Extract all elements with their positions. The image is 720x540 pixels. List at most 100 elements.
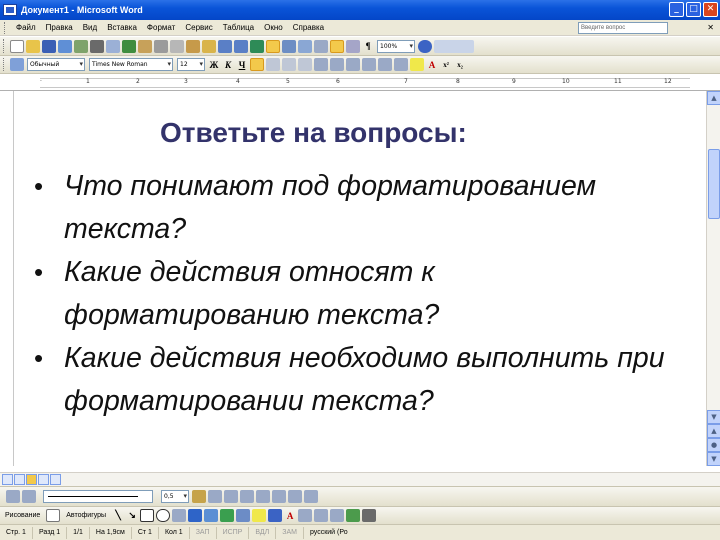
- border-icon[interactable]: [394, 58, 408, 71]
- menu-window[interactable]: Окно: [259, 23, 288, 32]
- subscript-icon[interactable]: x₂: [453, 61, 467, 69]
- outline-view-button[interactable]: [38, 474, 49, 485]
- group-icon[interactable]: [240, 490, 254, 503]
- status-mode-extend[interactable]: ВДЛ: [249, 526, 277, 539]
- help-icon[interactable]: [418, 39, 432, 53]
- status-mode-record[interactable]: ЗАП: [190, 526, 217, 539]
- document-close-icon[interactable]: ✕: [707, 23, 714, 32]
- maximize-button[interactable]: □: [686, 2, 701, 17]
- normal-view-button[interactable]: [2, 474, 13, 485]
- toolbar-grip[interactable]: [3, 39, 6, 53]
- insert-picture-icon[interactable]: [236, 509, 251, 522]
- tables-borders-icon[interactable]: [266, 39, 280, 53]
- show-hide-icon[interactable]: ¶: [361, 41, 375, 51]
- canvas-fit-icon[interactable]: [6, 490, 20, 503]
- spelling-icon[interactable]: [122, 39, 136, 53]
- next-page-button[interactable]: ▼: [707, 452, 720, 466]
- scroll-down-button[interactable]: ▼: [707, 410, 720, 424]
- scroll-thumb[interactable]: [708, 149, 720, 219]
- close-button[interactable]: ✕: [703, 2, 718, 17]
- draw-menu[interactable]: Рисование: [0, 512, 45, 519]
- decrease-indent-icon[interactable]: [362, 58, 376, 71]
- paste-icon[interactable]: [186, 39, 200, 53]
- line-style-select[interactable]: [43, 490, 153, 503]
- increase-indent-icon[interactable]: [378, 58, 392, 71]
- 3d-style-icon[interactable]: [362, 509, 377, 522]
- textbox-tool-icon[interactable]: [172, 509, 187, 522]
- horizontal-ruler[interactable]: · 1 2 3 4 5 6 7 8 9 10 11 12: [0, 75, 720, 91]
- document-page[interactable]: Ответьте на вопросы: Что понимают под фо…: [14, 91, 706, 466]
- redo-icon[interactable]: [234, 39, 248, 53]
- open-folder-icon[interactable]: [26, 39, 40, 53]
- email-icon[interactable]: [74, 39, 88, 53]
- menu-view[interactable]: Вид: [78, 23, 102, 32]
- select-objects-icon[interactable]: [46, 509, 61, 522]
- horizontal-scrollbar[interactable]: [0, 472, 720, 486]
- line-color-icon[interactable]: [192, 490, 206, 503]
- fill-color-icon[interactable]: [252, 509, 267, 522]
- previous-page-button[interactable]: ▲: [707, 424, 720, 438]
- autoshapes-menu[interactable]: Автофигуры: [61, 512, 111, 519]
- font-color-icon[interactable]: A: [425, 60, 439, 70]
- align-right-icon[interactable]: [282, 58, 296, 71]
- underline-button[interactable]: Ч: [235, 60, 249, 70]
- copy-icon[interactable]: [170, 39, 184, 53]
- undo-icon[interactable]: [218, 39, 232, 53]
- text-wrap-icon[interactable]: [272, 490, 286, 503]
- web-view-button[interactable]: [14, 474, 25, 485]
- insert-excel-icon[interactable]: [298, 39, 312, 53]
- superscript-icon[interactable]: x²: [439, 61, 453, 69]
- scroll-up-button[interactable]: ▲: [707, 91, 720, 105]
- toolbar-grip[interactable]: [3, 58, 6, 71]
- numbering-icon[interactable]: [330, 58, 344, 71]
- format-painter-icon[interactable]: [202, 39, 216, 53]
- font-select[interactable]: Times New Roman: [89, 58, 173, 71]
- permission-icon[interactable]: [58, 39, 72, 53]
- rectangle-tool-icon[interactable]: [140, 509, 155, 522]
- vertical-scrollbar[interactable]: ▲ ▼ ▲ ● ▼: [706, 91, 720, 466]
- menu-tools[interactable]: Сервис: [180, 23, 217, 32]
- order-icon[interactable]: [256, 490, 270, 503]
- new-document-icon[interactable]: [10, 39, 24, 53]
- canvas-expand-icon[interactable]: [22, 490, 36, 503]
- menu-edit[interactable]: Правка: [41, 23, 78, 32]
- zoom-select[interactable]: 100%: [377, 39, 415, 53]
- flip-icon[interactable]: [304, 490, 318, 503]
- dash-style-icon[interactable]: [314, 509, 329, 522]
- menu-insert[interactable]: Вставка: [102, 23, 142, 32]
- line-spacing-icon[interactable]: [314, 58, 328, 71]
- status-mode-overtype[interactable]: ЗАМ: [276, 526, 304, 539]
- document-map-icon[interactable]: [346, 39, 360, 53]
- font-color-icon[interactable]: A: [283, 511, 297, 521]
- style-select[interactable]: Обычный: [27, 58, 85, 71]
- rotate-icon[interactable]: [224, 490, 238, 503]
- minimize-button[interactable]: _: [669, 2, 684, 17]
- distribute-icon[interactable]: [288, 490, 302, 503]
- bold-button[interactable]: Ж: [207, 60, 221, 70]
- font-size-select[interactable]: 12: [177, 58, 205, 71]
- menu-help[interactable]: Справка: [288, 23, 329, 32]
- hyperlink-icon[interactable]: [250, 39, 264, 53]
- cut-icon[interactable]: [154, 39, 168, 53]
- bullets-icon[interactable]: [346, 58, 360, 71]
- arrow-style-icon[interactable]: [330, 509, 345, 522]
- help-question-input[interactable]: Введите вопрос: [578, 22, 668, 34]
- arrow-tool-icon[interactable]: ↘: [125, 510, 139, 521]
- menu-file[interactable]: Файл: [11, 23, 41, 32]
- insert-table-icon[interactable]: [282, 39, 296, 53]
- styles-pane-icon[interactable]: [10, 58, 24, 71]
- align-center-icon[interactable]: [266, 58, 280, 71]
- line-width-select[interactable]: 0,5: [161, 490, 189, 503]
- line-color-icon[interactable]: [268, 509, 283, 522]
- italic-button[interactable]: К: [221, 60, 235, 70]
- wordart-icon[interactable]: [188, 509, 203, 522]
- research-icon[interactable]: [138, 39, 152, 53]
- reading-mode-icon[interactable]: [434, 39, 474, 53]
- toolbar-grip[interactable]: [4, 21, 7, 34]
- justify-icon[interactable]: [298, 58, 312, 71]
- align-objects-icon[interactable]: [208, 490, 222, 503]
- clipart-icon[interactable]: [220, 509, 235, 522]
- highlight-icon[interactable]: [410, 58, 424, 71]
- columns-icon[interactable]: [314, 39, 328, 53]
- vertical-ruler[interactable]: [0, 91, 14, 466]
